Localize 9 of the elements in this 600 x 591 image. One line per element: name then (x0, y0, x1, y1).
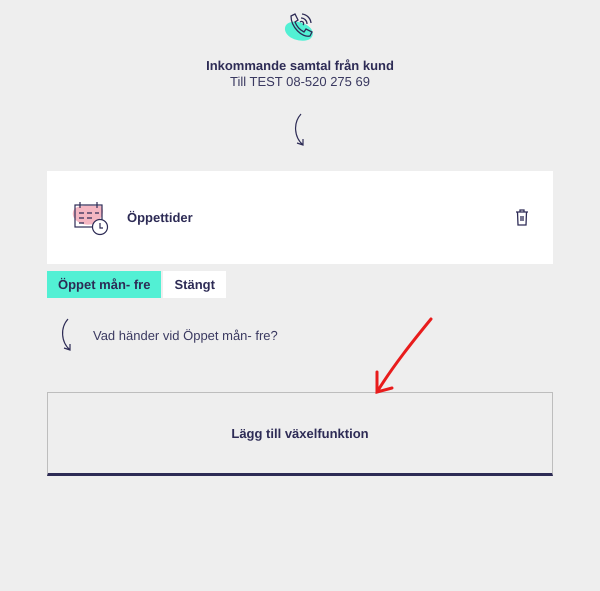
trash-icon[interactable] (515, 209, 529, 226)
tab[interactable]: Stängt (163, 271, 226, 298)
card-title: Öppettider (127, 210, 194, 225)
tab[interactable]: Öppet mån- fre (47, 271, 162, 298)
call-number: Till TEST 08-520 275 69 (230, 74, 370, 89)
question-text: Vad händer vid Öppet mån- fre? (93, 328, 278, 342)
calendar-clock-icon (71, 200, 111, 236)
add-function-button[interactable]: Lägg till växelfunktion (47, 392, 553, 476)
call-title: Inkommande samtal från kund (206, 58, 394, 73)
